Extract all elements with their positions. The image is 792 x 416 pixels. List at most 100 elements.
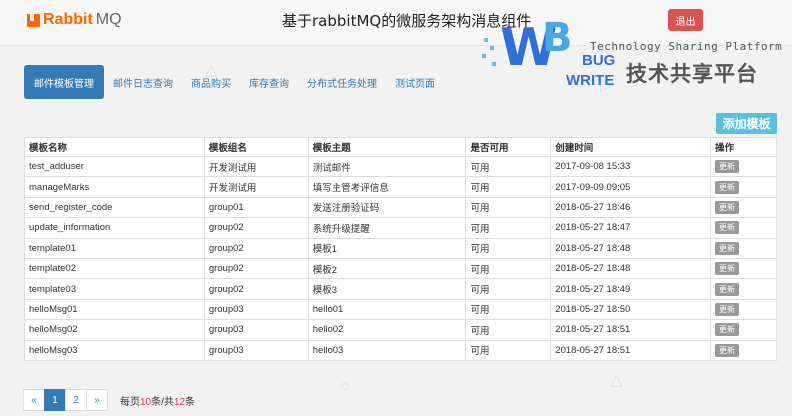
watermark: W B Technology Sharing Platform BUG WRIT… <box>480 18 792 98</box>
rabbitmq-logo: Rabbit MQ <box>27 10 122 30</box>
cell-enabled: 可用 <box>465 237 552 259</box>
cell-created-time: 2018-05-27 18:50 <box>550 298 712 321</box>
cell-action: 更新 <box>710 155 777 178</box>
table-row: send_register_code group01 发送注册验证码 可用 2018-0… <box>24 196 777 219</box>
nav-tabs: 邮件模板管理 邮件日志查询 商品购买 库存查询 分布式任务处理 测试页面 <box>24 65 444 99</box>
cell-template-group: group03 <box>203 298 309 321</box>
cell-template-name: send_register_code <box>24 196 205 219</box>
table-row: template02 group02 模板2 可用 2018-05-27 18:48 更新 <box>24 257 777 280</box>
cell-template-group: group02 <box>203 217 309 239</box>
cell-enabled: 可用 <box>465 217 552 239</box>
cell-enabled: 可用 <box>465 257 552 280</box>
cell-template-name: helloMsg02 <box>24 319 205 341</box>
cell-template-subject: 模板2 <box>307 257 467 280</box>
logo-text-rabbit: Rabbit <box>43 11 93 28</box>
table-row: manageMarks 开发测试用 填写主管考评信息 可用 2017-09-09 09:… <box>24 176 777 198</box>
total-count: 12 <box>173 396 186 408</box>
update-button[interactable]: 更新 <box>715 241 740 255</box>
pagination-mid: 条/共 <box>151 396 174 408</box>
prev-page-button[interactable]: « <box>23 389 45 411</box>
cell-action: 更新 <box>710 339 777 361</box>
cell-enabled: 可用 <box>465 155 552 178</box>
watermark-tagline: Technology Sharing Platform <box>590 40 783 53</box>
cell-template-subject: 测试邮件 <box>307 155 467 178</box>
cell-created-time: 2018-05-27 18:49 <box>550 278 712 300</box>
cell-template-name: update_information <box>24 217 205 239</box>
cell-enabled: 可用 <box>465 319 552 341</box>
header-template-group: 模板组名 <box>203 137 309 157</box>
cell-template-name: template01 <box>24 237 205 259</box>
pagination-info: 每页10条/共12条 <box>120 393 195 408</box>
cell-template-name: template03 <box>24 278 205 300</box>
cell-template-group: group02 <box>203 278 309 300</box>
update-button[interactable]: 更新 <box>715 343 740 357</box>
update-button[interactable]: 更新 <box>715 262 740 276</box>
cell-template-name: helloMsg03 <box>24 339 205 361</box>
cell-template-subject: 系统升级提醒 <box>307 217 467 239</box>
table-row: helloMsg01 group03 hello01 可用 2018-05-27 18:… <box>24 298 777 321</box>
watermark-dot <box>484 38 488 42</box>
table-row: template01 group02 模板1 可用 2018-05-27 18:48 更新 <box>24 237 777 259</box>
per-page-count: 10 <box>140 396 152 408</box>
update-button[interactable]: 更新 <box>715 302 740 316</box>
tab-purchase[interactable]: 商品购买 <box>182 65 240 99</box>
pagination-suffix: 条 <box>185 396 196 408</box>
cell-enabled: 可用 <box>465 176 552 198</box>
table-row: helloMsg02 group03 hello02 可用 2018-05-27 18:… <box>24 319 777 341</box>
table-row: update_information group02 系统升级提醒 可用 2018-05… <box>24 217 777 239</box>
pagination: « 1 2 » 每页10条/共12条 <box>23 389 195 411</box>
cell-enabled: 可用 <box>465 298 552 321</box>
template-table: 模板名称 模板组名 模板主题 是否可用 创建时间 操作 test_adduser… <box>24 137 777 361</box>
cell-template-name: helloMsg01 <box>24 298 205 321</box>
watermark-dot <box>492 62 496 66</box>
cell-template-group: 开发测试用 <box>203 176 309 198</box>
header-template-subject: 模板主题 <box>307 137 467 157</box>
cell-template-subject: 模板3 <box>307 278 467 300</box>
update-button[interactable]: 更新 <box>715 180 740 194</box>
next-page-button[interactable]: » <box>86 389 108 411</box>
cell-template-subject: hello03 <box>307 339 467 361</box>
tab-mail-log[interactable]: 邮件日志查询 <box>104 65 182 99</box>
cell-created-time: 2017-09-08 15:33 <box>550 155 712 178</box>
rabbitmq-logo-icon <box>27 13 40 27</box>
cell-template-group: 开发测试用 <box>203 155 309 178</box>
cell-action: 更新 <box>710 257 777 280</box>
tab-test-page[interactable]: 测试页面 <box>386 65 444 99</box>
cell-template-group: group03 <box>203 319 309 341</box>
cell-action: 更新 <box>710 298 777 321</box>
update-button[interactable]: 更新 <box>715 221 740 235</box>
pagination-prefix: 每页 <box>120 396 140 408</box>
watermark-cn: 技术共享平台 <box>626 63 758 86</box>
add-template-button[interactable]: 添加模板 <box>716 113 777 134</box>
cell-template-group: group02 <box>203 257 309 280</box>
page-1-button[interactable]: 1 <box>44 389 66 411</box>
cell-template-name: test_adduser <box>24 155 205 178</box>
cell-created-time: 2018-05-27 18:51 <box>550 319 712 341</box>
cell-template-subject: hello02 <box>307 319 467 341</box>
tab-inventory[interactable]: 库存查询 <box>240 65 298 99</box>
cell-template-subject: hello01 <box>307 298 467 321</box>
cell-template-group: group01 <box>203 196 309 219</box>
watermark-dot <box>482 54 486 58</box>
cell-created-time: 2018-05-27 18:47 <box>550 217 712 239</box>
cell-enabled: 可用 <box>465 278 552 300</box>
cell-created-time: 2018-05-27 18:51 <box>550 339 712 361</box>
update-button[interactable]: 更新 <box>715 282 740 296</box>
cell-template-subject: 模板1 <box>307 237 467 259</box>
update-button[interactable]: 更新 <box>715 323 740 337</box>
cell-created-time: 2018-05-27 18:48 <box>550 237 712 259</box>
tab-distributed-tasks[interactable]: 分布式任务处理 <box>298 65 386 99</box>
table-row: test_adduser 开发测试用 测试邮件 可用 2017-09-08 15:33 更… <box>24 155 777 178</box>
update-button[interactable]: 更新 <box>715 200 740 214</box>
logo-text-mq: MQ <box>95 11 122 28</box>
cell-template-group: group02 <box>203 237 309 259</box>
table-row: helloMsg03 group03 hello03 可用 2018-05-27 18:… <box>24 339 777 361</box>
tab-template-management[interactable]: 邮件模板管理 <box>24 65 104 99</box>
header-enabled: 是否可用 <box>465 137 552 157</box>
header-created-time: 创建时间 <box>550 137 712 157</box>
page-2-button[interactable]: 2 <box>65 389 87 411</box>
header-action: 操作 <box>710 137 777 157</box>
cell-action: 更新 <box>710 176 777 198</box>
watermark-write: WRITE <box>566 72 615 89</box>
update-button[interactable]: 更新 <box>715 160 740 174</box>
